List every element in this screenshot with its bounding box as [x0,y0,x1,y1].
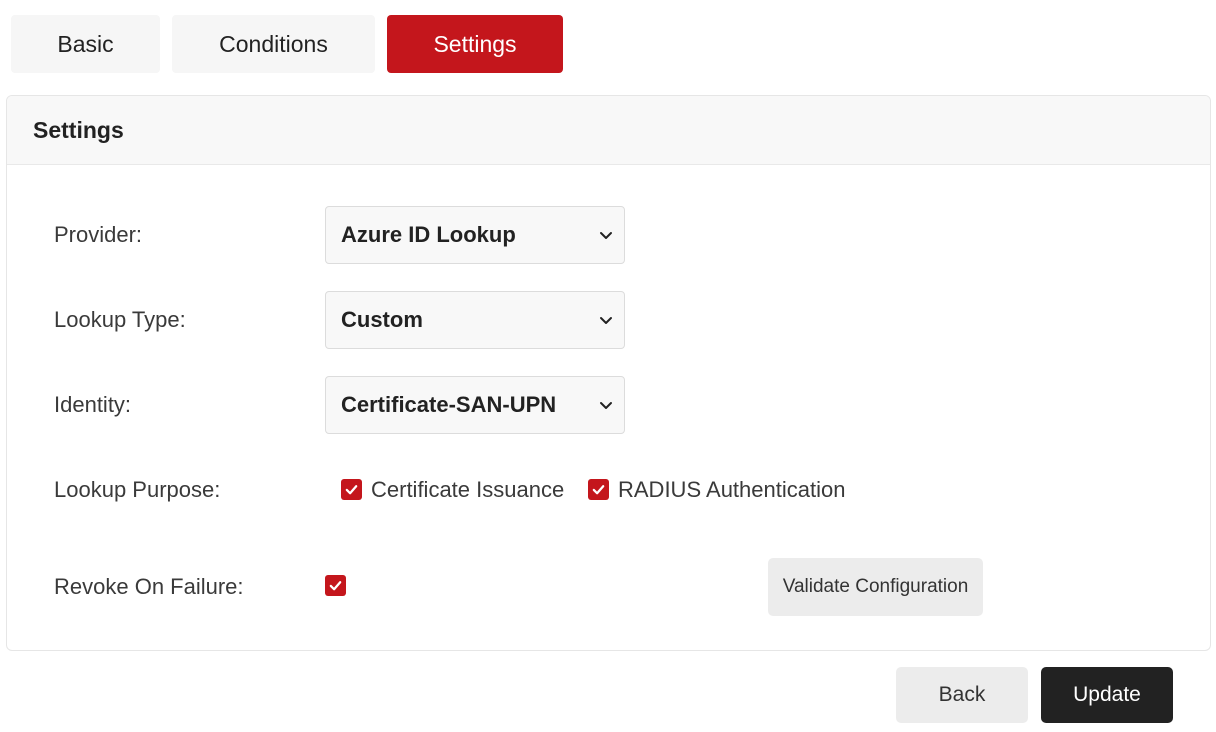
tab-basic[interactable]: Basic [11,15,160,73]
certificate-issuance-checkbox[interactable] [341,479,362,500]
revoke-on-failure-label: Revoke On Failure: [54,574,244,599]
checkmark-icon [345,485,358,495]
certificate-issuance-label[interactable]: Certificate Issuance [371,475,564,505]
validate-configuration-button[interactable]: Validate Configuration [768,558,983,616]
tab-conditions[interactable]: Conditions [172,15,375,73]
chevron-down-icon [600,402,612,409]
lookup-type-select-value: Custom [341,307,423,332]
chevron-down-icon [600,317,612,324]
checkmark-icon [592,485,605,495]
tab-settings[interactable]: Settings [387,15,563,73]
provider-label: Provider: [54,222,143,247]
radius-authentication-checkbox[interactable] [588,479,609,500]
identity-select-value: Certificate-SAN-UPN [341,392,557,417]
back-button[interactable]: Back [896,667,1028,723]
lookup-purpose-label: Lookup Purpose: [54,477,221,502]
provider-select-value: Azure ID Lookup [341,222,516,247]
provider-select[interactable]: Azure ID Lookup [325,206,625,264]
panel-title: Settings [7,96,1210,165]
lookup-type-select[interactable]: Custom [325,291,625,349]
settings-panel: Settings Provider: Azure ID Lookup Looku… [6,95,1211,651]
checkmark-icon [329,581,342,591]
chevron-down-icon [600,232,612,239]
identity-select[interactable]: Certificate-SAN-UPN [325,376,625,434]
update-button[interactable]: Update [1041,667,1173,723]
lookup-type-label: Lookup Type: [54,307,186,332]
revoke-on-failure-checkbox[interactable] [325,575,346,596]
radius-authentication-label[interactable]: RADIUS Authentication [618,475,845,505]
identity-label: Identity: [54,392,132,417]
